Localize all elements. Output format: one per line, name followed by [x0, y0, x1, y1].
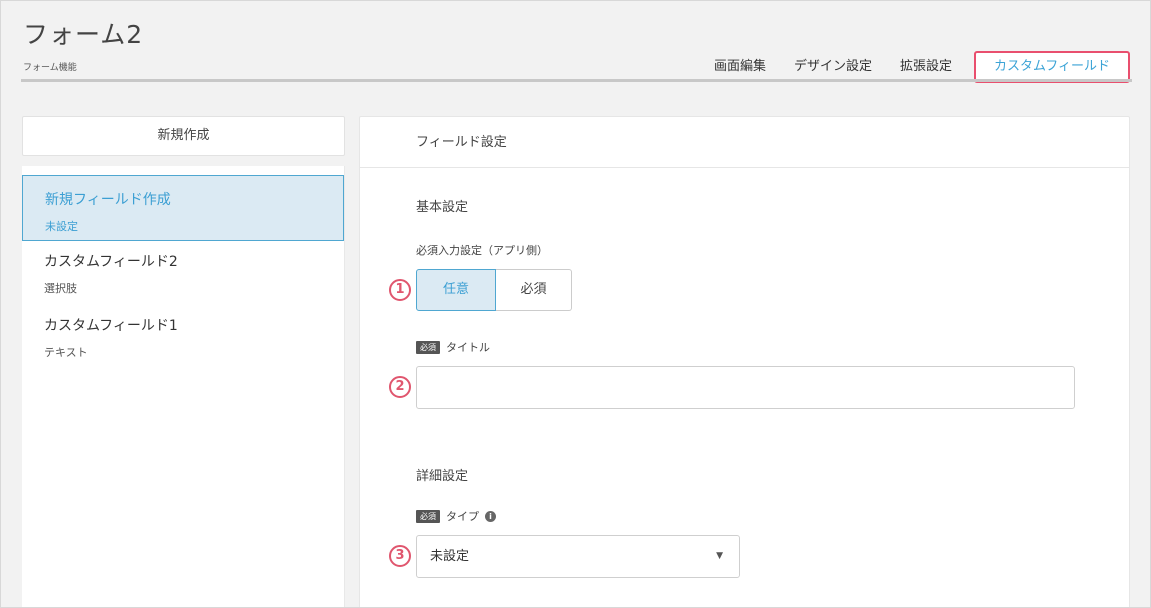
page-title: フォーム2 — [23, 20, 144, 49]
field-list: 新規フィールド作成 未設定 カスタムフィールド2 選択肢 カスタムフィールド1 … — [22, 166, 345, 607]
list-item-new-field[interactable]: 新規フィールド作成 未設定 — [22, 175, 344, 241]
basic-settings-title: 基本設定 — [416, 200, 469, 215]
header-divider — [21, 79, 1132, 82]
required-badge: 必須 — [416, 509, 440, 523]
chevron-down-icon: ▼ — [716, 551, 723, 561]
title-label: 必須 タイトル — [416, 339, 490, 355]
title-input[interactable] — [416, 366, 1075, 409]
detail-settings-title: 詳細設定 — [416, 469, 469, 484]
required-badge: 必須 — [416, 340, 440, 354]
required-setting-label-text: 必須入力設定（アプリ側） — [416, 244, 548, 257]
page-subtitle: フォーム機能 — [23, 63, 77, 73]
list-item-name: カスタムフィールド2 — [44, 254, 178, 270]
panel-heading: フィールド設定 — [360, 117, 1129, 168]
list-item-name: カスタムフィールド1 — [44, 318, 178, 334]
list-item-name: 新規フィールド作成 — [45, 192, 171, 208]
list-item-custom-field-1[interactable]: カスタムフィールド1 テキスト — [22, 305, 344, 369]
optional-option-button[interactable]: 任意 — [416, 269, 496, 311]
list-item-sub: 選択肢 — [44, 282, 77, 295]
list-item-sub: 未設定 — [45, 220, 78, 233]
type-select[interactable]: 未設定 ▼ — [416, 535, 740, 578]
list-item-custom-field-2[interactable]: カスタムフィールド2 選択肢 — [22, 241, 344, 305]
required-option-button[interactable]: 必須 — [496, 269, 572, 311]
tab-design-settings[interactable]: デザイン設定 — [780, 52, 886, 82]
tab-screen-edit[interactable]: 画面編集 — [700, 52, 780, 82]
title-label-text: タイトル — [446, 341, 490, 354]
marker-2: 2 — [389, 376, 411, 398]
tab-extension-settings[interactable]: 拡張設定 — [886, 52, 966, 82]
marker-3: 3 — [389, 545, 411, 567]
type-label-text: タイプ — [446, 510, 479, 523]
type-select-value: 未設定 — [430, 549, 470, 564]
marker-1: 1 — [389, 279, 411, 301]
required-setting-label: 必須入力設定（アプリ側） — [416, 242, 548, 258]
required-toggle: 任意 必須 — [416, 269, 572, 311]
info-icon[interactable]: i — [485, 510, 496, 522]
app-window: フォーム2 フォーム機能 画面編集 デザイン設定 拡張設定 カスタムフィールド … — [0, 0, 1151, 608]
type-label: 必須 タイプ i — [416, 508, 496, 524]
new-create-button[interactable]: 新規作成 — [22, 116, 345, 156]
list-item-sub: テキスト — [44, 346, 88, 359]
field-settings-panel: フィールド設定 基本設定 必須入力設定（アプリ側） 1 任意 必須 必須 タイト… — [359, 116, 1130, 607]
